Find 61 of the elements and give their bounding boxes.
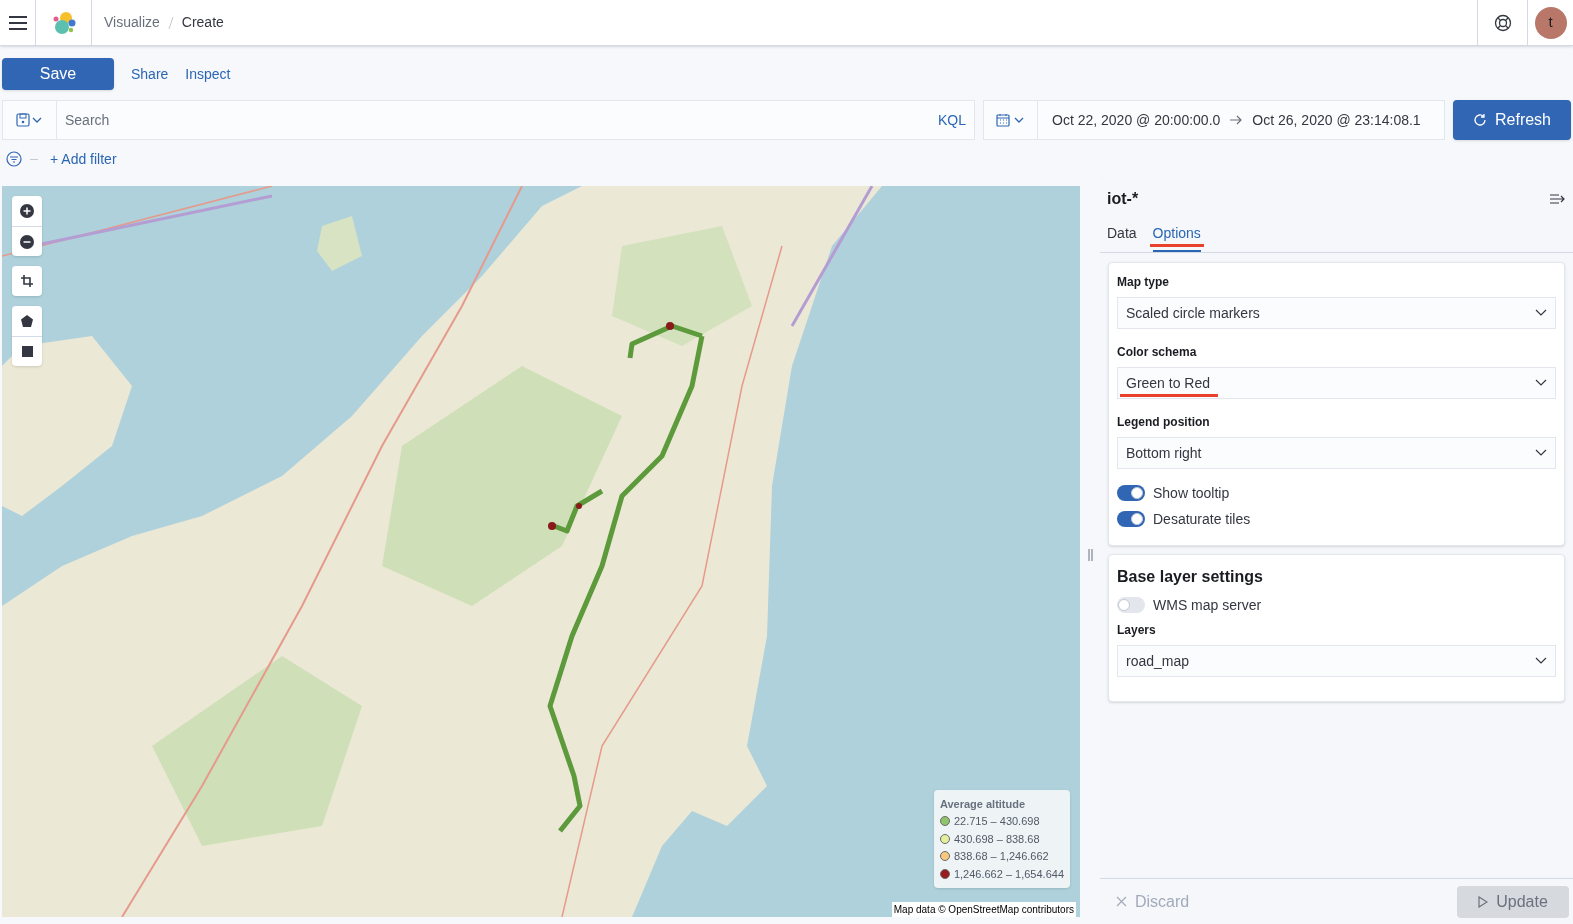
legend-label: 22.715 – 430.698 xyxy=(953,814,1040,829)
select-field[interactable]: Scaled circle markers xyxy=(1117,297,1556,329)
crop-icon xyxy=(21,275,33,287)
save-icon xyxy=(15,113,44,127)
legend-label: 838.68 – 1,246.662 xyxy=(953,849,1049,864)
calendar-icon xyxy=(995,113,1026,127)
select-field[interactable]: road_map xyxy=(1117,645,1556,677)
index-pattern-title: iot-* xyxy=(1107,189,1139,209)
pentagon-icon xyxy=(21,315,33,327)
minus-icon xyxy=(20,234,34,249)
resize-handle[interactable] xyxy=(1087,549,1093,561)
collapse-icon[interactable] xyxy=(1550,193,1566,205)
save-button[interactable]: Save xyxy=(2,58,114,90)
search-field[interactable]: Search xyxy=(57,101,930,139)
editor-tab[interactable]: Data xyxy=(1107,223,1137,252)
switch-label: WMS map server xyxy=(1153,595,1262,615)
play-icon xyxy=(1478,895,1489,908)
refresh-icon xyxy=(1473,113,1487,127)
chevron-down-icon xyxy=(1535,449,1547,457)
date-picker[interactable]: Oct 22, 2020 @ 20:00:00.0 Oct 26, 2020 @ 23:14:08.1 xyxy=(983,100,1445,140)
breadcrumb: Create xyxy=(181,13,224,32)
arrow-icon xyxy=(1230,115,1243,125)
help-icon[interactable] xyxy=(1493,13,1512,32)
plus-icon xyxy=(20,204,34,218)
add-filter-link[interactable]: + Add filter xyxy=(50,148,117,170)
chevron-down-icon xyxy=(1535,657,1547,665)
switch-label: Show tooltip xyxy=(1153,483,1230,503)
update-button: Update xyxy=(1457,885,1569,918)
menu-icon xyxy=(8,15,27,30)
language-toggle[interactable]: KQL xyxy=(930,109,974,131)
panel-title: Base layer settings xyxy=(1117,567,1264,587)
select-field[interactable]: Green to Red xyxy=(1117,367,1556,399)
toggle-switch[interactable] xyxy=(1117,511,1145,527)
start-date[interactable]: Oct 22, 2020 @ 20:00:00.0 xyxy=(1052,109,1221,131)
switch-label: Desaturate tiles xyxy=(1153,509,1251,529)
field-label: Map type xyxy=(1117,274,1170,291)
user-avatar[interactable]: t xyxy=(1534,6,1567,39)
legend-label: 430.698 – 838.68 xyxy=(953,831,1040,847)
breadcrumb[interactable]: Visualize xyxy=(104,12,160,33)
chevron-down-icon xyxy=(1535,309,1547,317)
legend-title: Average altitude xyxy=(939,796,1027,812)
field-label: Color schema xyxy=(1117,344,1198,361)
attribution: Map data © OpenStreetMap contributors xyxy=(891,902,1076,917)
toggle-switch[interactable] xyxy=(1117,485,1145,501)
logo-icon[interactable] xyxy=(51,10,76,35)
close-icon xyxy=(1116,896,1127,907)
query-bar[interactable]: Search KQL xyxy=(2,100,975,140)
toolbar-link[interactable]: Inspect xyxy=(185,63,231,85)
refresh-button[interactable]: Refresh xyxy=(1453,100,1571,140)
square-icon xyxy=(21,346,33,357)
chevron-down-icon xyxy=(1535,379,1547,387)
toggle-switch[interactable] xyxy=(1117,597,1145,613)
field-label: Layers xyxy=(1117,622,1157,639)
separator-icon xyxy=(167,15,174,30)
filter-icon[interactable] xyxy=(6,151,22,167)
field-label: Legend position xyxy=(1117,414,1211,431)
editor-tab[interactable]: Options xyxy=(1152,223,1201,252)
select-field[interactable]: Bottom right xyxy=(1117,437,1556,469)
end-date[interactable]: Oct 26, 2020 @ 23:14:08.1 xyxy=(1252,109,1421,131)
toolbar-link[interactable]: Share xyxy=(131,63,169,85)
legend-label: 1,246.662 – 1,654.644 xyxy=(953,866,1064,882)
